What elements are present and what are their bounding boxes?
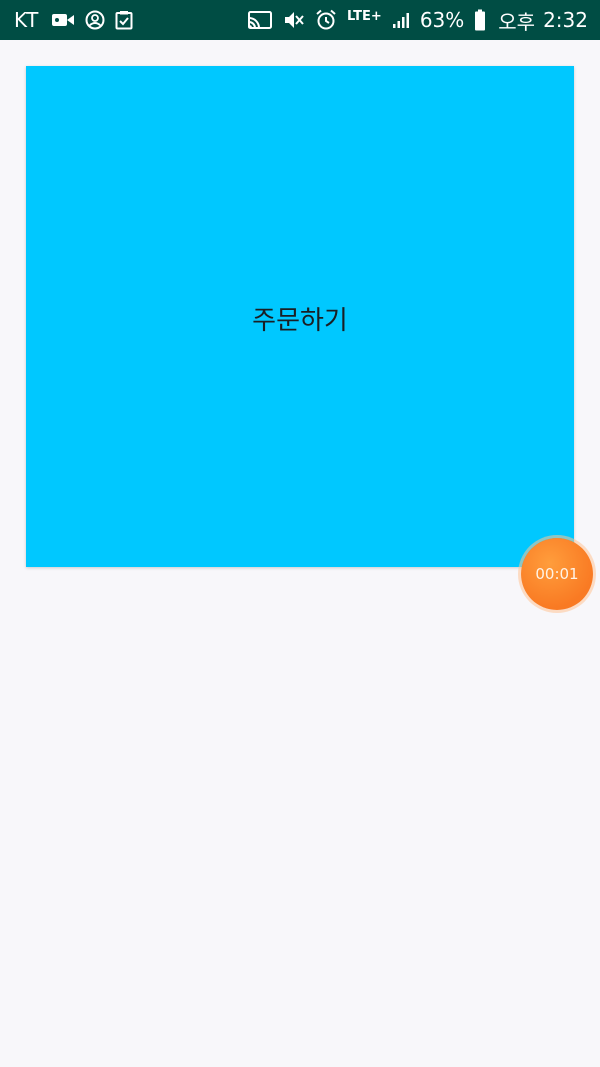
cast-icon [247, 10, 273, 30]
task-check-icon [115, 10, 133, 30]
order-button-label: 주문하기 [252, 306, 348, 336]
signal-icon [392, 11, 410, 29]
vibrate-mute-icon [283, 10, 305, 30]
timer-badge[interactable]: 00:01 [521, 538, 593, 610]
video-camera-icon [51, 11, 75, 29]
status-bar-right: LTE+ 63% 오후 2:32 [247, 6, 588, 35]
battery-percent: 63% [419, 8, 465, 32]
lte-icon: LTE+ [347, 9, 382, 24]
status-clock: 2:32 [543, 8, 588, 32]
alarm-clock-icon [315, 9, 337, 31]
status-bar-left: KT [14, 8, 133, 32]
time-ampm: 오후 [498, 9, 536, 34]
account-circle-icon [85, 10, 105, 30]
status-bar: KT LTE+ 63% 오후 2:32 [0, 0, 600, 40]
order-button[interactable]: 주문하기 [26, 66, 574, 567]
carrier-name: KT [14, 8, 39, 32]
timer-text: 00:01 [535, 565, 579, 583]
battery-icon [474, 9, 486, 31]
